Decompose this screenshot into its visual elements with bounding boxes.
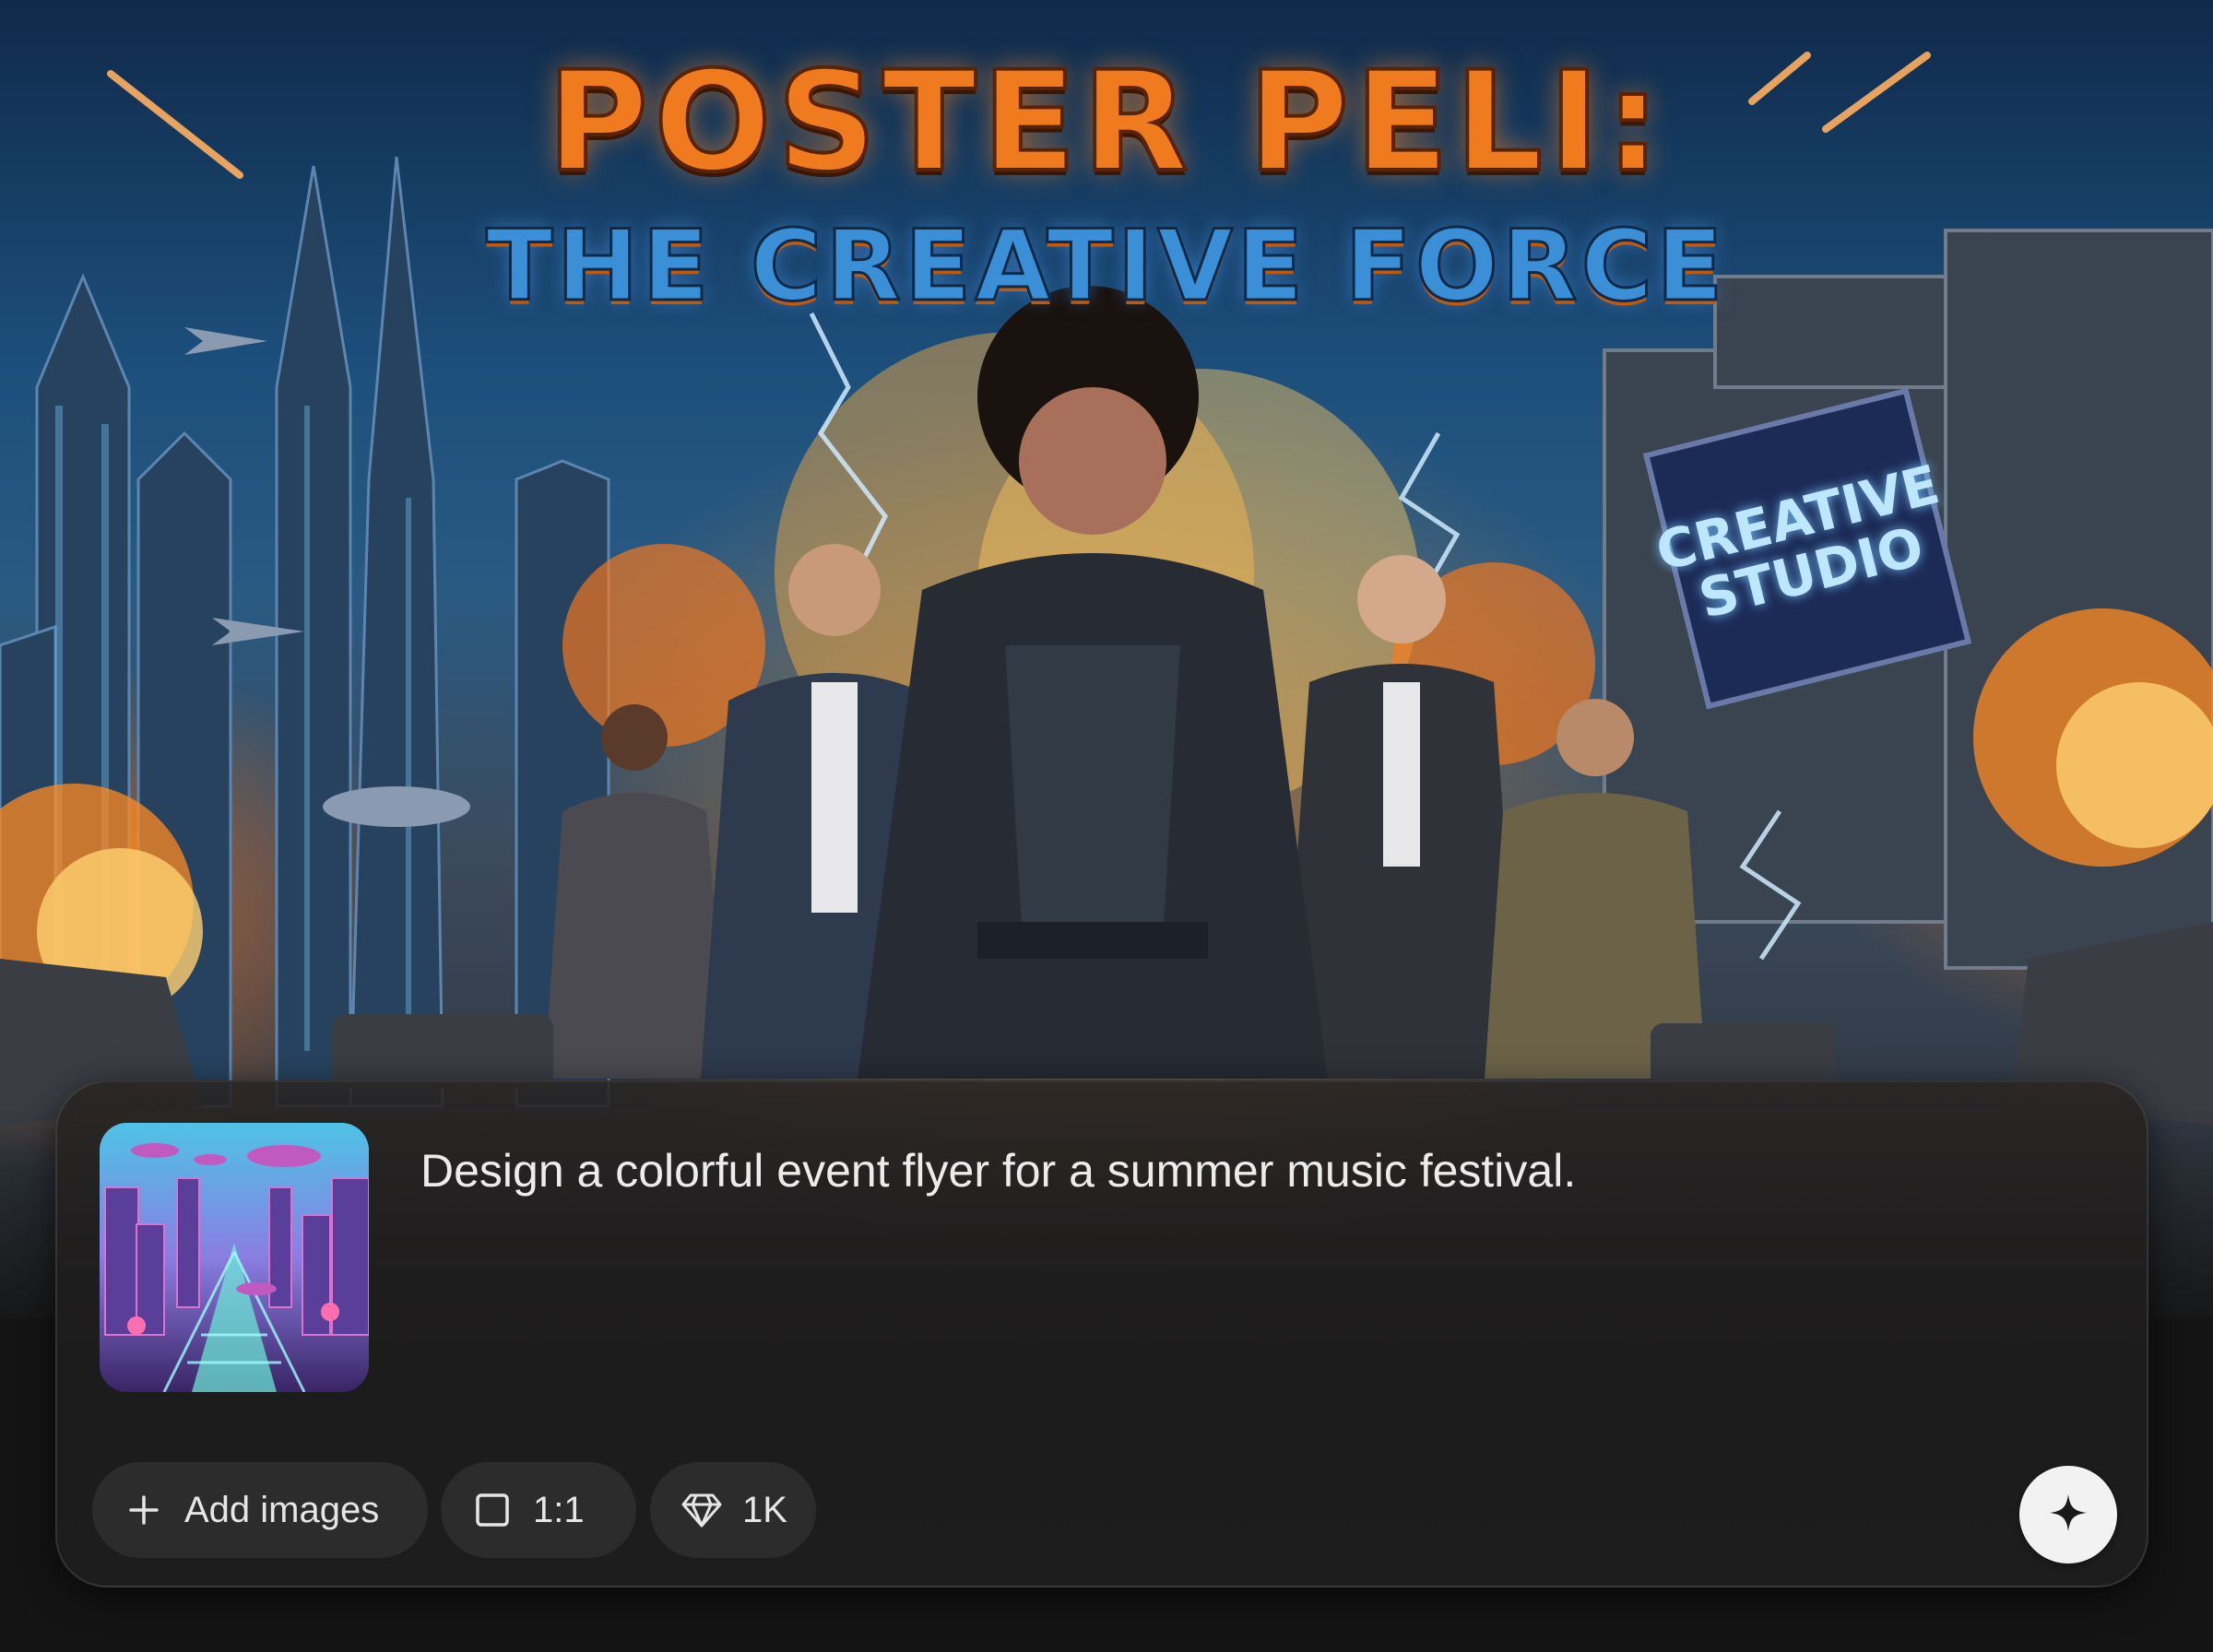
prompt-input[interactable]: Design a colorful event flyer for a summ…: [420, 1143, 1988, 1198]
generate-button[interactable]: [2019, 1466, 2117, 1564]
diamond-icon: [681, 1490, 722, 1530]
aspect-ratio-label: 1:1: [533, 1489, 585, 1530]
resolution-label: 1K: [742, 1489, 787, 1530]
reference-image-art: [100, 1123, 369, 1392]
aspect-ratio-button[interactable]: 1:1: [441, 1462, 636, 1558]
add-images-button[interactable]: Add images: [92, 1462, 428, 1558]
poster-title: POSTER PELI:: [545, 42, 1666, 203]
resolution-button[interactable]: 1K: [650, 1462, 816, 1558]
add-images-label: Add images: [184, 1489, 380, 1530]
prompt-composer: Design a colorful event flyer for a summ…: [55, 1080, 2148, 1587]
sparkle-icon: [2046, 1491, 2090, 1540]
reference-image-thumbnail[interactable]: [100, 1123, 369, 1392]
square-icon: [472, 1490, 513, 1530]
plus-icon: [124, 1490, 164, 1530]
poster-subtitle: THE CREATIVE FORCE: [485, 209, 1727, 323]
